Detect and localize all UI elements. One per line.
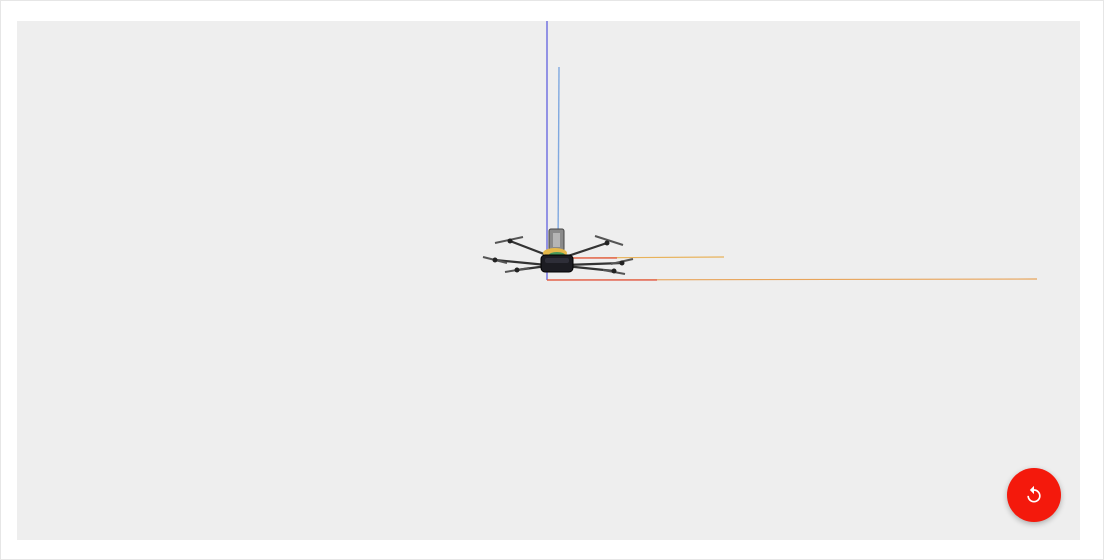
drone-model[interactable] (482, 228, 634, 275)
drone-scene[interactable] (17, 21, 1080, 540)
reset-view-button[interactable] (1007, 468, 1061, 522)
reset-icon (1027, 485, 1041, 503)
z-axis-secondary (557, 66, 560, 254)
3d-viewport[interactable] (17, 21, 1080, 540)
app-frame (0, 0, 1104, 560)
